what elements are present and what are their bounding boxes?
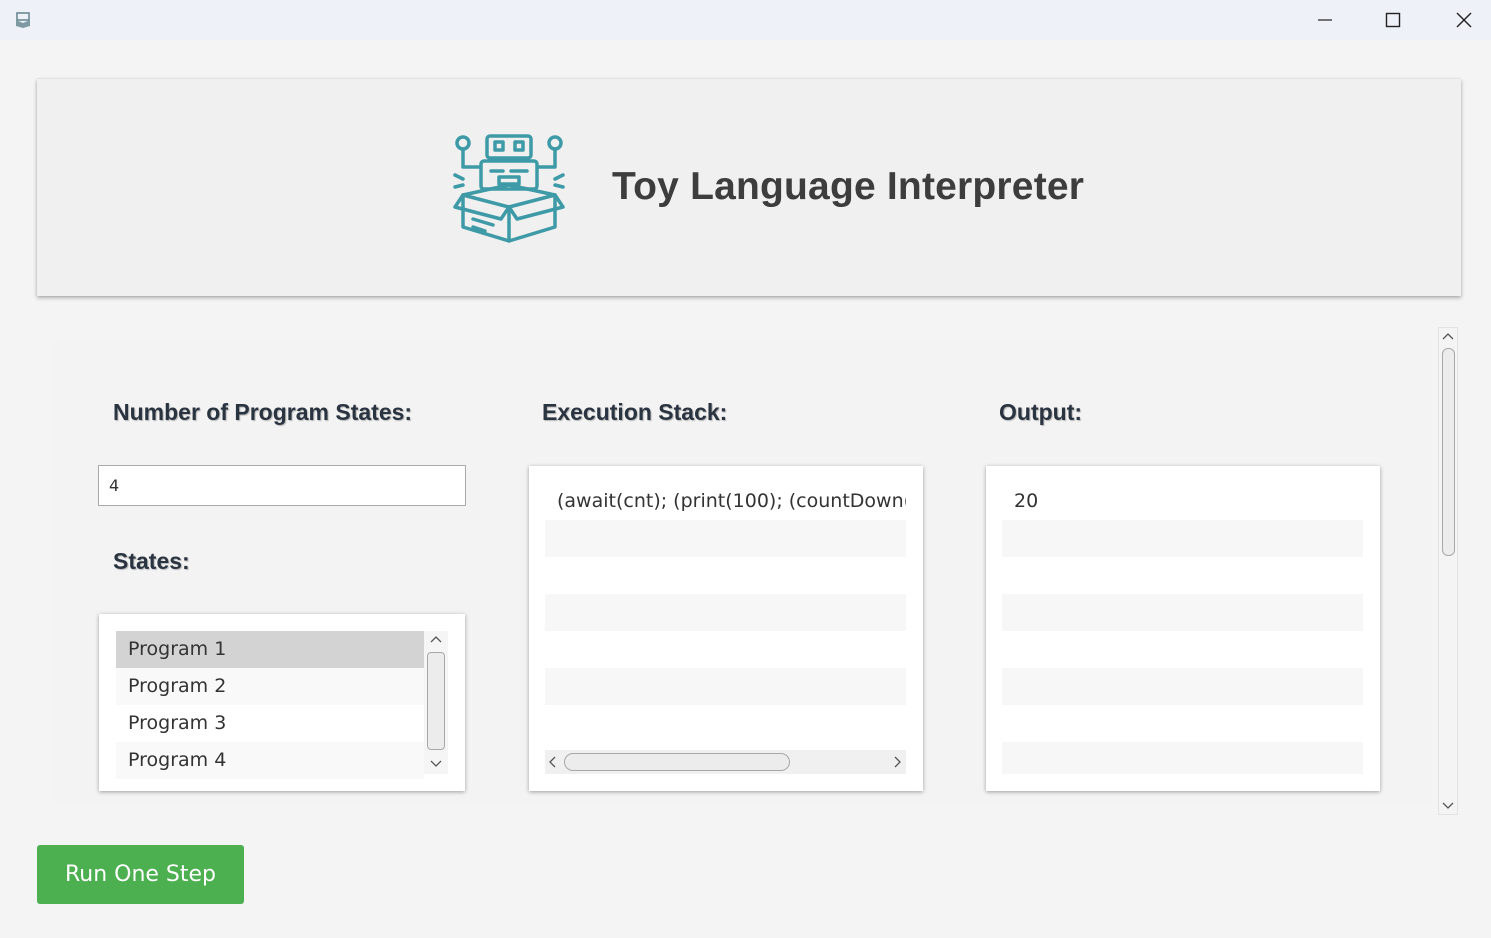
window-titlebar	[0, 0, 1491, 40]
list-item	[545, 668, 906, 705]
list-item	[1002, 594, 1363, 631]
robot-box-icon	[453, 134, 565, 243]
list-item	[1002, 557, 1363, 594]
maximize-button[interactable]	[1358, 0, 1428, 40]
execution-stack-list[interactable]: (await(cnt); (print(100); (countDown(cnt…	[529, 466, 923, 791]
list-item	[545, 520, 906, 557]
scrollbar-thumb[interactable]	[564, 753, 790, 771]
states-list[interactable]: Program 1 Program 2 Program 3 Program 4	[99, 614, 465, 791]
close-icon	[1456, 12, 1472, 28]
output-list[interactable]: 20	[986, 466, 1380, 791]
list-item[interactable]: (await(cnt); (print(100); (countDown(cnt…	[545, 483, 906, 520]
list-item	[545, 631, 906, 668]
scrollbar-thumb[interactable]	[1442, 348, 1455, 556]
chevron-right-icon[interactable]	[894, 756, 902, 768]
list-item[interactable]: Program 2	[116, 668, 424, 705]
list-item[interactable]: Program 4	[116, 742, 424, 779]
run-one-step-button[interactable]: Run One Step	[37, 845, 244, 904]
program-states-count-label: Number of Program States:	[113, 399, 413, 425]
list-item	[1002, 705, 1363, 742]
maximize-icon	[1385, 12, 1401, 28]
scrollbar-thumb[interactable]	[427, 652, 445, 750]
chevron-down-icon[interactable]	[430, 760, 442, 768]
list-item[interactable]: Program 3	[116, 705, 424, 742]
chevron-left-icon[interactable]	[548, 756, 556, 768]
chevron-down-icon[interactable]	[1442, 802, 1454, 810]
list-item	[545, 557, 906, 594]
robot-box-icon	[16, 12, 30, 28]
list-item[interactable]: Program 1	[116, 631, 424, 668]
app-title: Toy Language Interpreter	[612, 165, 1085, 208]
close-button[interactable]	[1429, 0, 1491, 40]
execution-stack-hscrollbar[interactable]	[545, 750, 906, 774]
program-states-count-field[interactable]	[98, 465, 466, 506]
list-item	[1002, 631, 1363, 668]
states-label: States:	[113, 548, 190, 574]
list-item	[545, 594, 906, 631]
output-label: Output:	[999, 399, 1083, 425]
page-scrollbar[interactable]	[1438, 327, 1458, 815]
list-item	[1002, 668, 1363, 705]
list-item	[545, 705, 906, 742]
states-scrollbar[interactable]	[424, 631, 448, 774]
chevron-up-icon[interactable]	[430, 635, 442, 643]
list-item	[1002, 742, 1363, 774]
list-item[interactable]: 20	[1002, 483, 1363, 520]
list-item	[1002, 520, 1363, 557]
minimize-button[interactable]	[1290, 0, 1360, 40]
minimize-icon	[1318, 19, 1332, 21]
chevron-up-icon[interactable]	[1442, 332, 1454, 340]
execution-stack-label: Execution Stack:	[542, 399, 728, 425]
header-banner: Toy Language Interpreter	[37, 79, 1461, 296]
